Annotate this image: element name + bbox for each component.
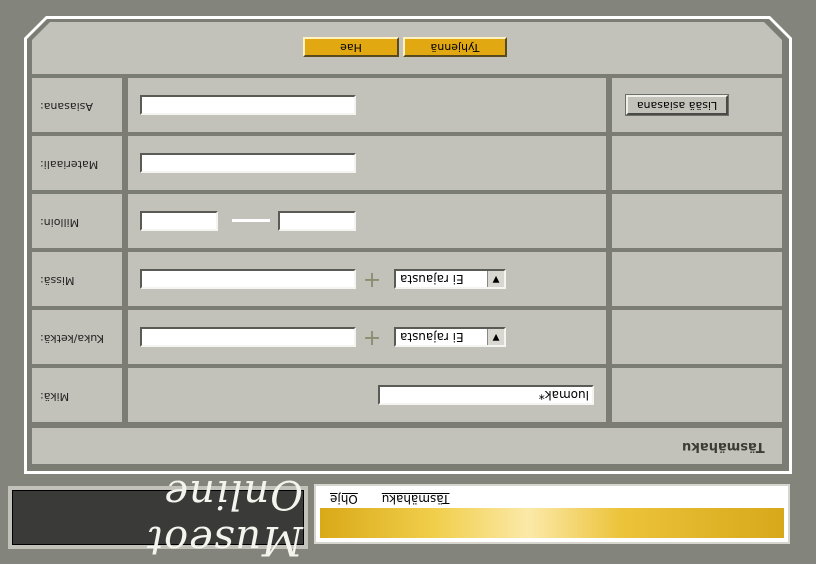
materiaali-input[interactable] [140, 153, 356, 173]
kuka-input[interactable] [140, 327, 356, 347]
missa-select-value: Ei rajausta [400, 272, 464, 286]
row-side-cell [612, 310, 782, 364]
search-button[interactable]: Hae [303, 37, 399, 57]
row-label-cell: Missä: [32, 252, 122, 306]
materiaali-label: Materiaali: [40, 158, 99, 171]
row-side-cell [612, 136, 782, 190]
row-input-cell: luomak* [128, 368, 606, 422]
row-label-cell: Materiaali: [32, 136, 122, 190]
row-kuka: ▼ Ei rajausta + Kuka/ketkä: [32, 310, 782, 364]
row-input-cell [128, 136, 606, 190]
milloin-label: Milloin: [40, 216, 80, 229]
missa-label: Missä: [40, 274, 75, 287]
search-button-label: Hae [340, 41, 362, 54]
row-label-cell: Asiasana: [32, 78, 122, 132]
mika-value: luomak* [538, 388, 589, 402]
add-keyword-label: Lisää asiasana [636, 99, 718, 112]
asiasana-input[interactable] [140, 95, 356, 115]
form-title-bar: Täsmähaku [32, 428, 782, 464]
row-input-cell: ▼ Ei rajausta + [128, 252, 606, 306]
row-side-cell: Lisää asiasana [612, 78, 782, 132]
mika-input[interactable]: luomak* [378, 385, 594, 405]
milloin-to-input[interactable] [278, 211, 356, 231]
logo-text: Museot Online [145, 471, 303, 564]
row-missa: ▼ Ei rajausta + Missä: [32, 252, 782, 306]
search-panel: Täsmähaku luomak* Mikä: ▼ Ei rajausta + … [24, 16, 792, 474]
button-bar: Tyhjennä Hae [32, 22, 782, 74]
site-logo: Museot Online [12, 472, 304, 564]
row-input-cell: ▼ Ei rajausta + [128, 310, 606, 364]
milloin-from-input[interactable] [140, 211, 218, 231]
row-input-cell [128, 194, 606, 248]
row-milloin: Milloin: [32, 194, 782, 248]
kuka-select[interactable]: ▼ Ei rajausta [394, 327, 506, 347]
nav-header: Täsmähaku Ohje [314, 484, 790, 544]
clear-button[interactable]: Tyhjennä [403, 37, 507, 57]
row-mika: luomak* Mikä: [32, 368, 782, 422]
plus-icon: + [362, 325, 382, 350]
add-keyword-button[interactable]: Lisää asiasana [626, 95, 728, 115]
logo-frame: Museot Online [8, 472, 308, 564]
row-side-cell [612, 368, 782, 422]
header-banner [320, 508, 784, 538]
missa-select[interactable]: ▼ Ei rajausta [394, 269, 506, 289]
asiasana-label: Asiasana: [40, 100, 93, 113]
nav-link-ohje[interactable]: Ohje [330, 492, 358, 506]
row-input-cell [128, 78, 606, 132]
nav-link-tasmahaku[interactable]: Täsmähaku [382, 492, 450, 506]
chevron-down-icon[interactable]: ▼ [487, 271, 504, 287]
plus-icon: + [362, 267, 382, 292]
range-dash [232, 219, 270, 222]
page-title: Täsmähaku [682, 439, 765, 454]
row-asiasana: Lisää asiasana Asiasana: [32, 78, 782, 132]
row-label-cell: Milloin: [32, 194, 122, 248]
row-side-cell [612, 252, 782, 306]
kuka-select-value: Ei rajausta [400, 330, 464, 344]
row-materiaali: Materiaali: [32, 136, 782, 190]
clear-button-label: Tyhjennä [430, 41, 480, 54]
row-label-cell: Mikä: [32, 368, 122, 422]
search-panel-inner: Täsmähaku luomak* Mikä: ▼ Ei rajausta + … [27, 19, 789, 471]
mika-label: Mikä: [40, 390, 70, 403]
chevron-down-icon[interactable]: ▼ [487, 329, 504, 345]
kuka-label: Kuka/ketkä: [40, 332, 104, 345]
missa-input[interactable] [140, 269, 356, 289]
row-label-cell: Kuka/ketkä: [32, 310, 122, 364]
row-side-cell [612, 194, 782, 248]
nav-links: Täsmähaku Ohje [330, 492, 450, 506]
page-flipped-container: Museot Online Täsmähaku Ohje Täsmähaku l… [0, 0, 816, 564]
